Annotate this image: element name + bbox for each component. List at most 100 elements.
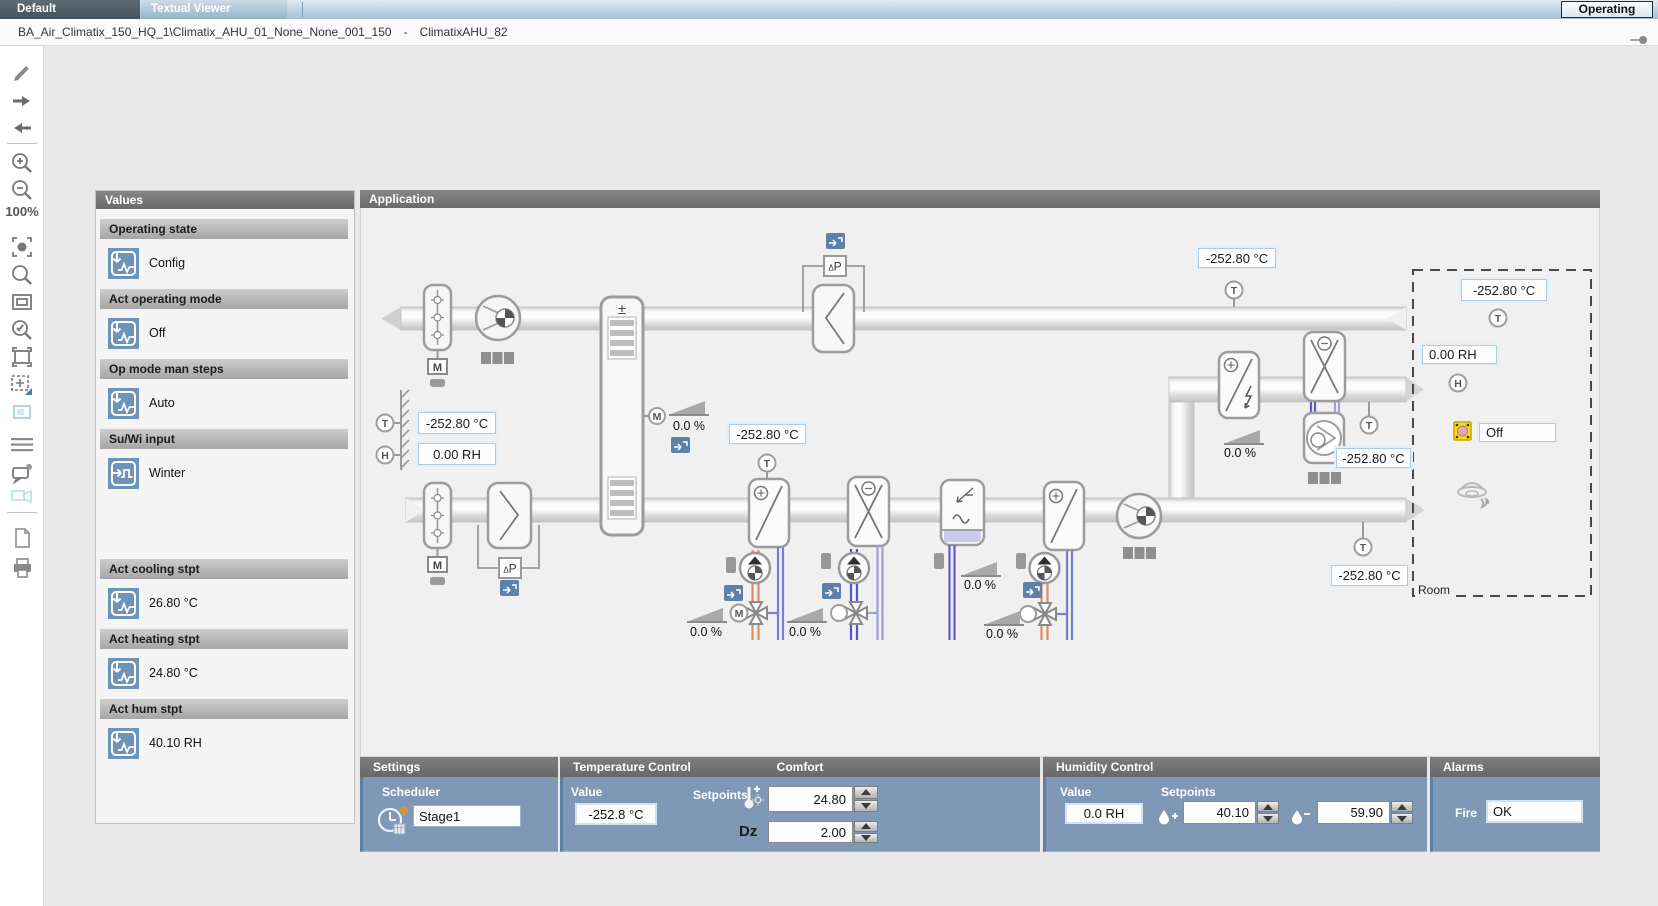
operating-button[interactable]: Operating — [1561, 1, 1653, 18]
comfort-setpoint-field[interactable]: 24.80 — [768, 786, 853, 812]
room-humidity-sensor-icon[interactable]: H — [1450, 375, 1467, 392]
cooling-valve — [845, 602, 867, 624]
values-item-value: 24.80 °C — [149, 666, 198, 680]
search-icon[interactable] — [9, 262, 35, 288]
supply-fan[interactable] — [1117, 494, 1161, 559]
window-view-icon[interactable] — [9, 289, 35, 315]
values-item: 40.10 RH — [108, 727, 354, 759]
zoom-out-icon[interactable] — [9, 177, 35, 203]
cooling-coil[interactable] — [848, 477, 889, 546]
supply-damper[interactable] — [424, 483, 451, 585]
back-arrow-icon[interactable] — [9, 115, 35, 141]
reheat-coil[interactable] — [1044, 482, 1084, 550]
outside-temp-value[interactable]: -252.80 °C — [418, 412, 496, 434]
recirc-cooling-coil[interactable] — [1304, 332, 1345, 401]
edit-pen-icon[interactable] — [9, 60, 35, 86]
selection-frame-icon[interactable] — [9, 344, 35, 370]
fire-alarm-label: Fire — [1455, 806, 1477, 820]
pin-icon[interactable] — [1630, 28, 1648, 55]
heating-circuit[interactable]: M 0.0 % — [687, 547, 783, 640]
values-section-header: Operating state — [100, 219, 348, 239]
zoom-in-icon[interactable] — [9, 150, 35, 176]
values-section-header: Act heating stpt — [100, 629, 348, 649]
recirc-fan-unit[interactable] — [1304, 402, 1344, 484]
dehumidify-setpoint-spinner[interactable] — [1391, 801, 1413, 824]
trend-setpoint-icon[interactable] — [108, 588, 139, 619]
humidify-setpoint-icon — [1156, 803, 1180, 834]
dehumidify-setpoint-icon — [1289, 803, 1313, 834]
menu-lines-icon[interactable] — [9, 432, 35, 458]
reheat-valve-value: 0.0 % — [986, 627, 1018, 641]
exhaust-fan[interactable] — [476, 296, 520, 364]
hr-position-ramp-icon — [669, 401, 709, 415]
cooling-circuit[interactable]: 0.0 % — [787, 546, 883, 640]
input-signal-icon[interactable] — [108, 458, 139, 489]
override-icon — [822, 583, 841, 599]
outside-humidity-sensor-icon[interactable]: H — [377, 447, 402, 464]
tab-bar: Default Textual Viewer Operating — [0, 0, 1658, 19]
recirc-temp-sensor-icon[interactable]: T — [1361, 402, 1378, 434]
hum-setpoints-label: Setpoints — [1161, 785, 1216, 799]
room-temp-sensor-icon[interactable]: T — [1490, 310, 1507, 327]
zoom-fit-icon[interactable] — [9, 234, 35, 260]
svg-text:H: H — [1454, 378, 1462, 390]
zoom-check-icon[interactable] — [9, 317, 35, 343]
exhaust-damper[interactable] — [424, 285, 451, 387]
override-icon — [724, 585, 743, 601]
trend-setpoint-icon[interactable] — [108, 728, 139, 759]
scheduler-stage-field[interactable]: Stage1 — [413, 805, 521, 827]
settings-title: Settings — [360, 757, 558, 777]
values-sections: Operating stateConfigAct operating modeO… — [96, 219, 354, 759]
hum-value-field[interactable]: 0.0 RH — [1065, 803, 1143, 824]
supply-duct-temp-sensor-icon[interactable]: T — [1355, 522, 1372, 556]
reheat-valve — [1034, 603, 1056, 625]
outside-temp-sensor-icon[interactable]: T — [377, 415, 402, 432]
dead-zone-spinner[interactable] — [854, 821, 878, 843]
fire-alarm-value[interactable]: OK — [1486, 800, 1583, 823]
room-switch-icon[interactable] — [1454, 422, 1471, 440]
comfort-setpoint-icon — [741, 783, 765, 818]
room-humidity-value[interactable]: 0.00 RH — [1422, 345, 1497, 364]
exhaust-filter[interactable] — [803, 233, 864, 352]
tab-textual-viewer[interactable]: Textual Viewer — [141, 0, 287, 19]
values-item: Config — [108, 247, 354, 279]
cooling-pump — [839, 553, 869, 583]
supply-air-temp-value[interactable]: -252.80 °C — [729, 424, 806, 444]
trend-setpoint-icon[interactable] — [108, 318, 139, 349]
supply-duct-temp-value[interactable]: -252.80 °C — [1331, 565, 1408, 586]
electric-heater[interactable]: 0.0 % — [1219, 352, 1264, 460]
trend-setpoint-icon[interactable] — [108, 248, 139, 279]
svg-text:T: T — [764, 458, 771, 470]
pan-grid-icon[interactable] — [9, 372, 35, 398]
scheduler-clock-icon[interactable] — [377, 801, 413, 842]
recirc-temp-value[interactable]: -252.80 °C — [1336, 448, 1411, 468]
values-item-value: Auto — [149, 396, 175, 410]
trend-setpoint-icon[interactable] — [108, 658, 139, 689]
svg-text:T: T — [1495, 313, 1502, 325]
heating-coil[interactable]: T — [749, 455, 789, 548]
page-layout-icon[interactable] — [9, 525, 35, 551]
breadcrumb-node[interactable]: ClimatixAHU_82 — [420, 25, 508, 39]
extract-temp-sensor-icon[interactable]: T — [1226, 282, 1243, 308]
override-icon[interactable] — [671, 437, 690, 453]
forward-arrow-icon[interactable] — [9, 88, 35, 114]
supply-filter[interactable] — [478, 483, 539, 596]
tab-default[interactable]: Default — [0, 0, 140, 19]
room-switch-state-value[interactable]: Off — [1479, 423, 1556, 442]
dehumidify-setpoint-field[interactable]: 59.90 — [1317, 801, 1390, 824]
dead-zone-field[interactable]: 2.00 — [768, 821, 853, 843]
room-temp-value[interactable]: -252.80 °C — [1461, 279, 1547, 301]
heating-pump — [740, 553, 770, 583]
trend-setpoint-icon[interactable] — [108, 388, 139, 419]
room-label: Room — [1415, 583, 1453, 597]
reheat-circuit[interactable]: 0.0 % — [984, 550, 1072, 641]
temp-value-field[interactable]: -252.8 °C — [575, 803, 657, 825]
outside-humidity-value[interactable]: 0.00 RH — [418, 443, 496, 465]
reheat-pump — [1030, 553, 1060, 583]
print-icon[interactable] — [9, 555, 35, 581]
humidify-setpoint-field[interactable]: 40.10 — [1183, 801, 1256, 824]
extract-air-temp-value[interactable]: -252.80 °C — [1198, 248, 1276, 268]
comfort-setpoint-spinner[interactable] — [854, 786, 878, 812]
humidify-setpoint-spinner[interactable] — [1257, 801, 1279, 824]
smoke-detector-icon[interactable] — [1458, 483, 1488, 507]
